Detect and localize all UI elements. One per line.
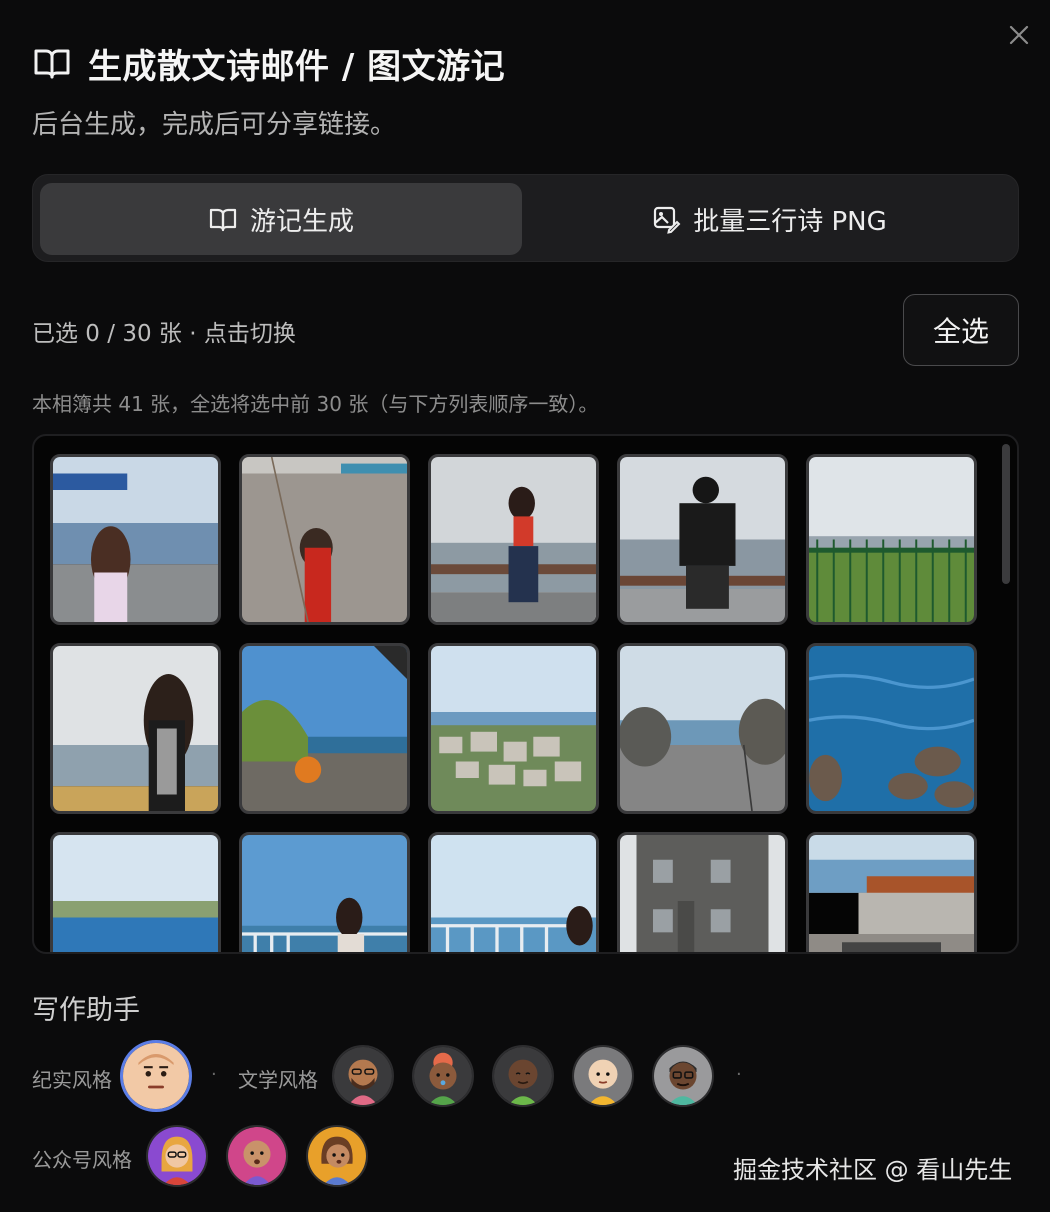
separator-dot: ·: [736, 1064, 742, 1085]
mode-tabs: 游记生成 批量三行诗 PNG: [32, 174, 1019, 262]
tab-batch-poem-label: 批量三行诗 PNG: [693, 206, 887, 237]
photo-thumbnail[interactable]: [239, 643, 410, 814]
dialog-subtitle: 后台生成，完成后可分享链接。: [32, 110, 397, 140]
avatar-wechat-1[interactable]: [146, 1125, 208, 1187]
photo-thumbnail[interactable]: [617, 454, 788, 625]
image-pen-icon: [654, 206, 681, 234]
select-all-button[interactable]: 全选: [903, 294, 1019, 366]
photo-thumbnail[interactable]: [50, 643, 221, 814]
photo-thumbnail[interactable]: [239, 454, 410, 625]
photo-grid: [32, 434, 1019, 954]
separator-dot: ·: [211, 1064, 217, 1085]
grid-scrollbar[interactable]: [1002, 444, 1010, 584]
close-button[interactable]: [1004, 20, 1034, 50]
avatar-literary-5[interactable]: [652, 1045, 714, 1107]
photo-thumbnail[interactable]: [806, 832, 977, 952]
selection-status: 已选 0 / 30 张 · 点击切换: [32, 321, 296, 347]
dialog-title: 生成散文诗邮件 / 图文游记: [88, 46, 506, 87]
photo-thumbnail[interactable]: [428, 832, 599, 952]
photo-thumbnail[interactable]: [239, 832, 410, 952]
photo-thumbnail[interactable]: [617, 832, 788, 952]
book-open-icon: [209, 208, 237, 232]
literary-style-label: 文学风格: [238, 1068, 318, 1092]
photo-thumbnail[interactable]: [806, 454, 977, 625]
avatar-documentary[interactable]: [120, 1040, 192, 1112]
photo-thumbnail[interactable]: [617, 643, 788, 814]
tab-batch-poem[interactable]: 批量三行诗 PNG: [525, 183, 1013, 255]
photo-thumbnail[interactable]: [50, 832, 221, 952]
photo-thumbnail[interactable]: [428, 643, 599, 814]
book-open-icon: [34, 49, 70, 79]
avatar-literary-3[interactable]: [492, 1045, 554, 1107]
dialog-header: 生成散文诗邮件 / 图文游记: [32, 38, 505, 88]
tab-travelogue[interactable]: 游记生成: [40, 183, 522, 255]
writing-assistant-title: 写作助手: [32, 995, 140, 1026]
avatar-literary-2[interactable]: [412, 1045, 474, 1107]
avatar-wechat-2[interactable]: [226, 1125, 288, 1187]
avatar-literary-4[interactable]: [572, 1045, 634, 1107]
avatar-literary-1[interactable]: [332, 1045, 394, 1107]
documentary-style-label: 纪实风格: [32, 1068, 112, 1092]
photo-thumbnail[interactable]: [428, 454, 599, 625]
album-note: 本相簿共 41 张，全选将选中前 30 张（与下方列表顺序一致）。: [32, 392, 599, 416]
wechat-style-label: 公众号风格: [32, 1148, 132, 1172]
photo-thumbnail[interactable]: [806, 643, 977, 814]
photo-thumbnail[interactable]: [50, 454, 221, 625]
close-icon: [1009, 25, 1029, 45]
watermark: 掘金技术社区 @ 看山先生: [733, 1156, 1013, 1184]
avatar-wechat-3[interactable]: [306, 1125, 368, 1187]
tab-travelogue-label: 游记生成: [249, 206, 354, 237]
